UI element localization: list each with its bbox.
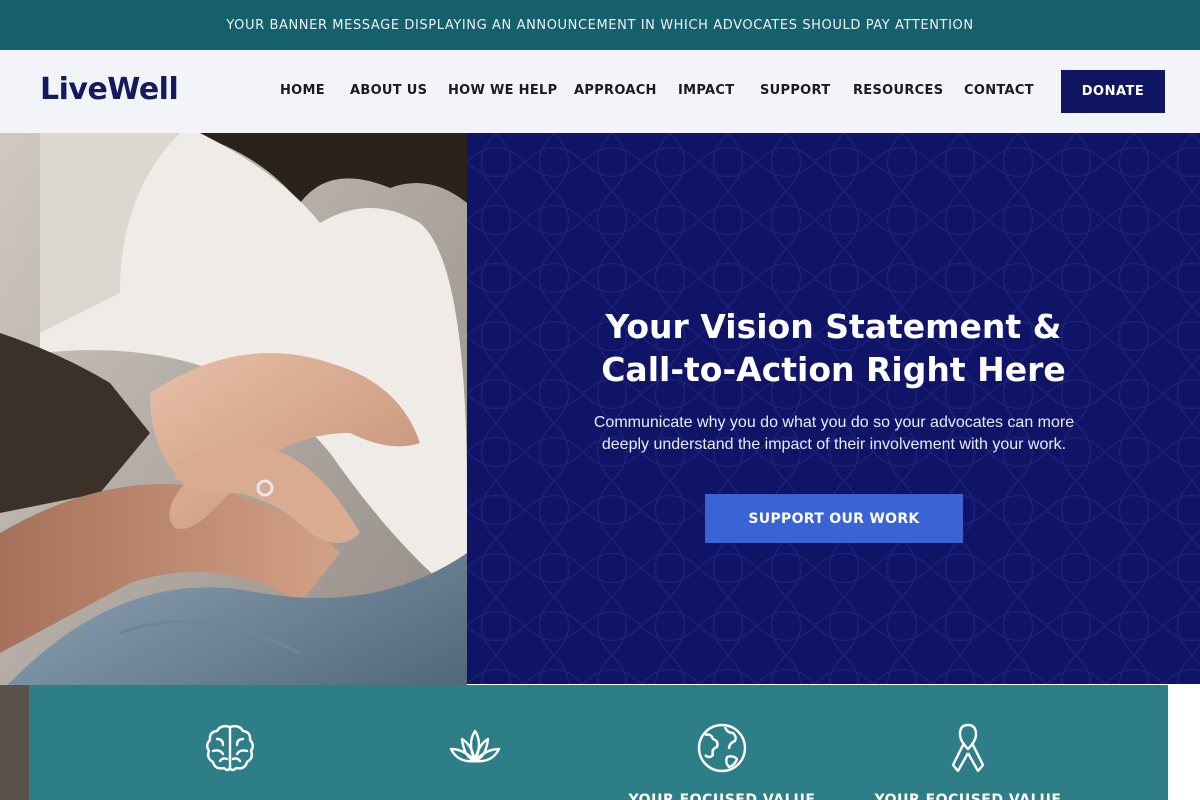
nav-impact[interactable]: IMPACT <box>678 83 734 98</box>
nav-contact[interactable]: CONTACT <box>964 83 1034 98</box>
brain-icon <box>206 724 254 772</box>
support-our-work-button[interactable]: SUPPORT OUR WORK <box>705 494 963 543</box>
nav-approach[interactable]: APPROACH <box>574 83 657 98</box>
value-item: YOUR FOCUSED VALUE <box>853 685 1083 800</box>
ribbon-icon <box>951 723 985 773</box>
value-item <box>360 685 590 800</box>
background-pattern <box>467 133 1200 684</box>
hero-panel: Your Vision Statement & Call-to-Action R… <box>467 133 1200 684</box>
value-label: YOUR FOCUSED VALUE <box>628 792 816 800</box>
hero-subtitle-line2: deeply understand the impact of their in… <box>601 436 1067 453</box>
donate-button[interactable]: DONATE <box>1061 70 1165 113</box>
nav-support[interactable]: SUPPORT <box>760 83 830 98</box>
lotus-icon <box>449 729 501 763</box>
announcement-banner: YOUR BANNER MESSAGE DISPLAYING AN ANNOUN… <box>0 0 1200 50</box>
hero-title-line1: Your Vision Statement & <box>605 307 1062 346</box>
nav-home[interactable]: HOME <box>280 83 325 98</box>
hero-title: Your Vision Statement & Call-to-Action R… <box>467 305 1200 391</box>
banner-text: YOUR BANNER MESSAGE DISPLAYING AN ANNOUN… <box>226 17 974 33</box>
nav-resources[interactable]: RESOURCES <box>853 83 943 98</box>
hero-title-line2: Call-to-Action Right Here <box>601 350 1066 389</box>
photo-bottom-edge <box>0 685 29 800</box>
hero-subtitle: Communicate why you do what you do so yo… <box>593 412 1075 456</box>
hero-subtitle-line1: Communicate why you do what you do so yo… <box>593 414 1075 431</box>
values-strip: YOUR FOCUSED VALUE YOUR FOCUSED VALUE <box>29 685 1168 800</box>
globe-icon <box>697 723 747 773</box>
value-item: YOUR FOCUSED VALUE <box>607 685 837 800</box>
nav-about-us[interactable]: ABOUT US <box>350 83 427 98</box>
page-margin <box>1168 685 1200 800</box>
nav-how-we-help[interactable]: HOW WE HELP <box>448 83 557 98</box>
value-item <box>115 685 345 800</box>
site-header: LiveWell HOME ABOUT US HOW WE HELP APPRO… <box>0 50 1200 133</box>
value-label: YOUR FOCUSED VALUE <box>874 792 1062 800</box>
main-nav: HOME ABOUT US HOW WE HELP APPROACH IMPAC… <box>0 50 1200 133</box>
